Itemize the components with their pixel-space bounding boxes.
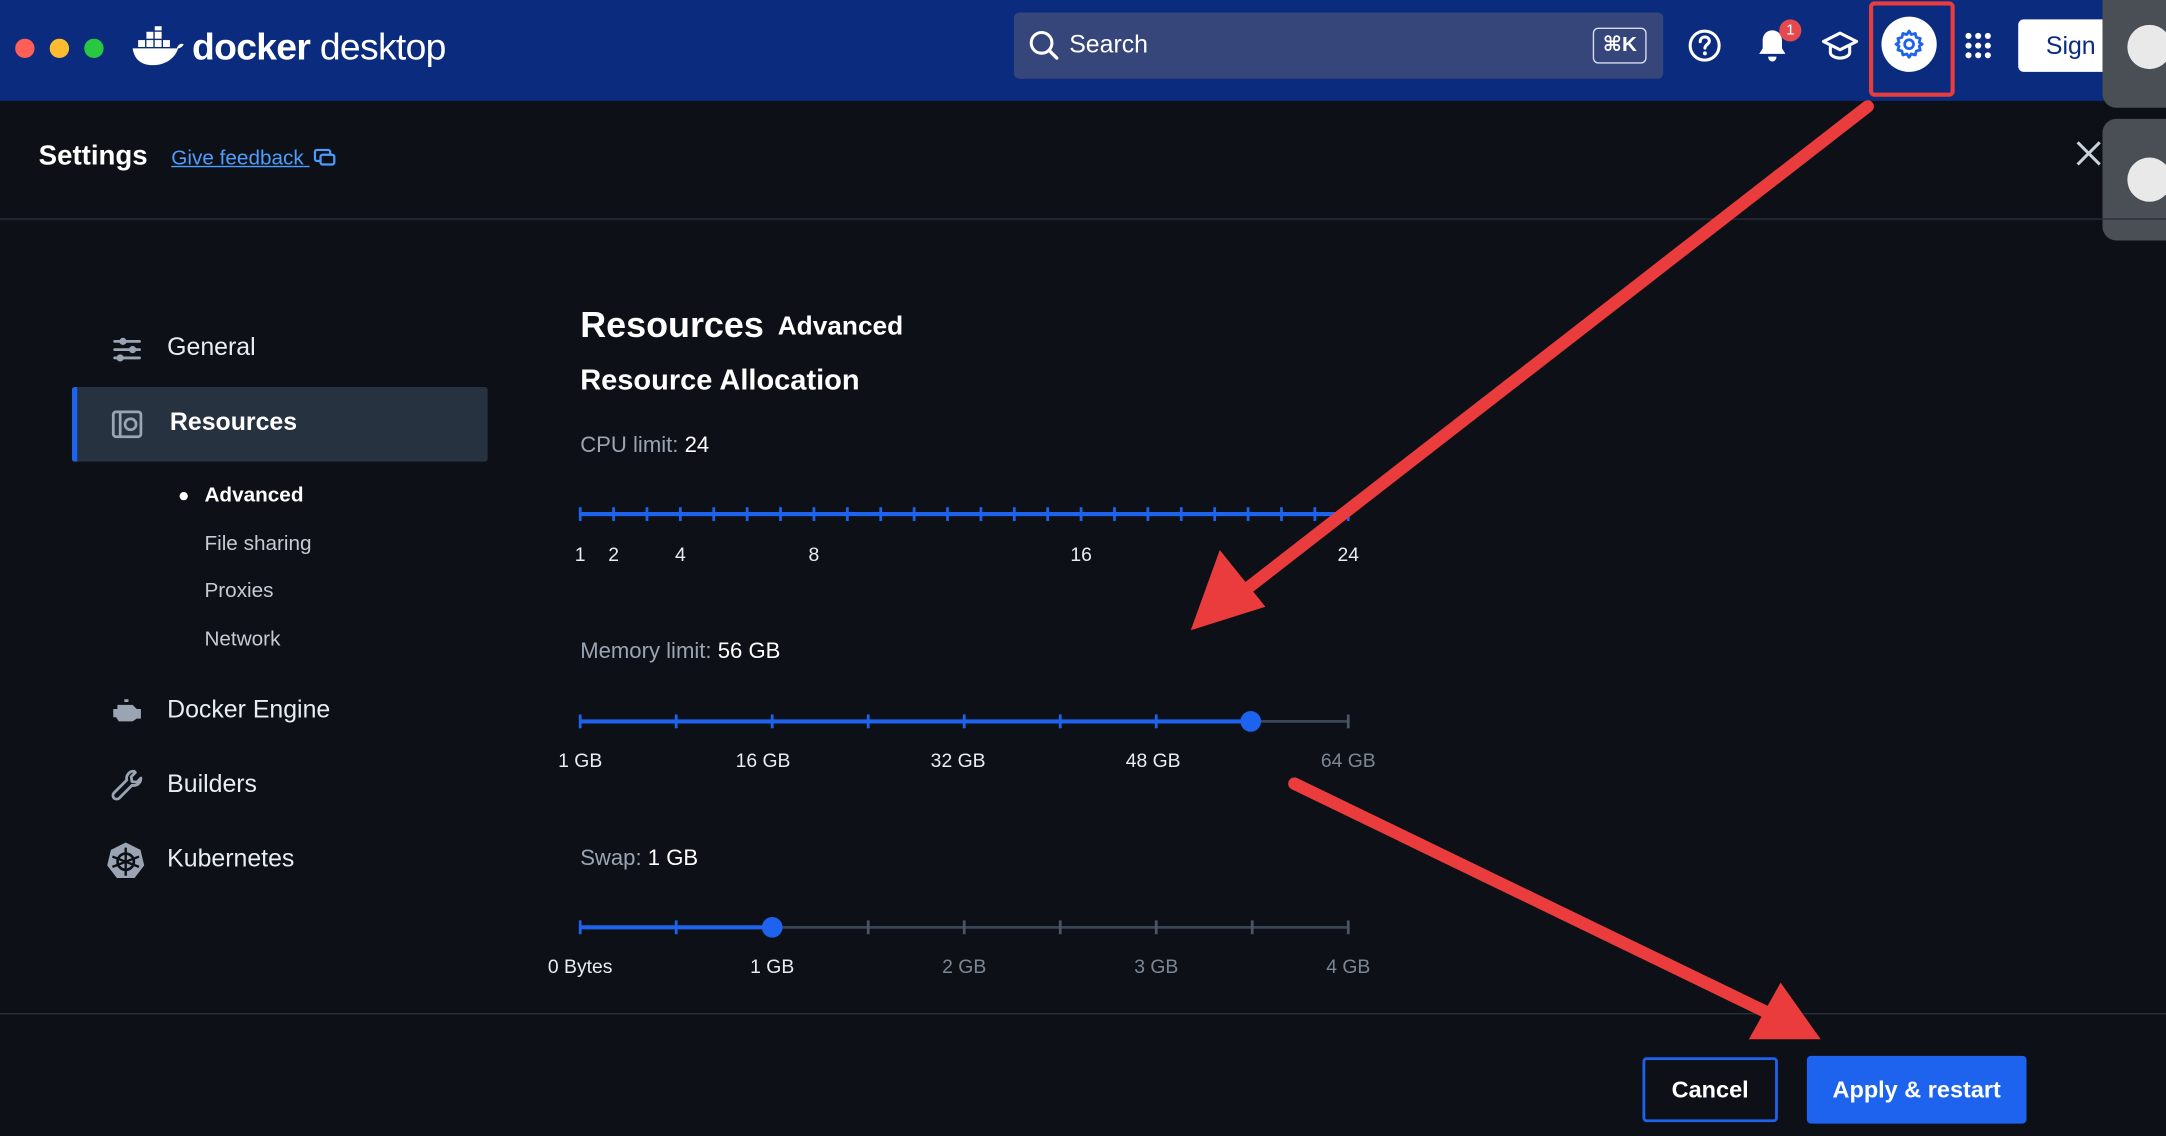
engine-icon (113, 699, 141, 722)
apps-grid-button[interactable] (1957, 22, 1998, 69)
cancel-button[interactable]: Cancel (1642, 1057, 1778, 1123)
window-zoom-button[interactable] (84, 38, 104, 59)
memory-slider-track (578, 711, 1350, 732)
sidebar-item-kubernetes[interactable]: Kubernetes (75, 824, 485, 899)
give-feedback-link[interactable]: Give feedback (171, 146, 336, 170)
sidebar-item-label: Builders (167, 769, 257, 798)
settings-highlight-box (1869, 1, 1955, 97)
arrow-to-memory-slider (1190, 100, 1874, 631)
graduation-cap-icon (1821, 31, 1859, 60)
tick-label: 16 GB (735, 749, 791, 772)
sidebar-scroll-clip (74, 917, 485, 935)
apps-grid-icon (1965, 32, 1991, 59)
logo-word-docker: docker (192, 25, 311, 68)
sign-in-label: Sign (2045, 31, 2096, 60)
sidebar-item-general[interactable]: General (75, 312, 485, 387)
cpu-limit-slider[interactable] (578, 486, 1350, 541)
tick-label: 8 (808, 543, 820, 566)
overlay-app-tab-1[interactable] (2102, 0, 2166, 108)
annotation-arrows (1190, 100, 1874, 1040)
memory-limit-slider[interactable] (578, 694, 1350, 749)
help-button[interactable] (1684, 22, 1725, 69)
swap-caption: Swap: (580, 847, 642, 871)
notification-count-badge: 1 (1779, 19, 1802, 42)
top-bar: docker desktop Search ⌘K 1 Sign (0, 0, 2166, 101)
help-icon (1688, 29, 1721, 62)
tick-label: 1 GB (558, 749, 603, 772)
tick-label: 1 GB (750, 954, 795, 978)
feedback-bubble-icon (313, 148, 336, 166)
wrench-icon (111, 769, 143, 801)
page-subtitle: Advanced (777, 312, 904, 342)
tick-label: 32 GB (930, 749, 986, 772)
kubernetes-icon (107, 842, 145, 879)
memory-limit-value: 56 GB (717, 639, 781, 664)
window-close-button[interactable] (15, 38, 35, 59)
app-glyph-icon (2127, 157, 2166, 202)
cpu-limit-value: 24 (684, 433, 710, 458)
footer-divider (0, 1013, 2166, 1015)
sidebar-subitem-proxies[interactable]: Proxies (204, 579, 273, 602)
tick-label: 2 (608, 543, 619, 566)
tick-label: 24 (1337, 543, 1360, 566)
search-placeholder: Search (1069, 30, 1149, 59)
swap-label: Swap: 1 GB (580, 847, 698, 872)
tick-label: 4 (674, 543, 686, 566)
slider-thumb (1240, 711, 1262, 732)
sidebar-item-label: Resources (169, 407, 298, 436)
header-divider (0, 218, 2166, 220)
overlay-app-tab-2[interactable] (2102, 118, 2166, 241)
sidebar-item-label: Docker Engine (167, 695, 331, 723)
arrow-to-apply-button (1288, 777, 1821, 1040)
swap-slider-track (578, 916, 1350, 938)
cpu-limit-label: CPU limit: 24 (580, 434, 709, 459)
docker-desktop-window: docker desktop Search ⌘K 1 Sign Settings… (0, 0, 2166, 1136)
sidebar-subitem-file-sharing[interactable]: File sharing (204, 532, 311, 555)
tick-label: 4 GB (1326, 954, 1371, 978)
docker-whale-icon (132, 26, 184, 66)
tick-label: 64 GB (1320, 749, 1376, 772)
sidebar-item-label: General (167, 333, 256, 361)
cpu-slider-track (578, 507, 1350, 522)
sidebar-item-resources[interactable]: Resources (71, 386, 488, 462)
sidebar-item-docker-engine[interactable]: Docker Engine (75, 674, 485, 749)
sliders-icon (113, 337, 141, 362)
memory-limit-caption: Memory limit: (580, 639, 712, 664)
cpu-limit-caption: CPU limit: (580, 433, 679, 458)
swap-slider[interactable] (578, 900, 1350, 955)
resources-icon (111, 410, 143, 439)
close-settings-icon[interactable] (2071, 135, 2107, 171)
active-subitem-dot (179, 491, 188, 501)
learning-center-button[interactable] (1819, 22, 1860, 69)
tick-label: 0 Bytes (547, 954, 613, 978)
app-glyph-icon (2127, 24, 2166, 70)
logo-word-desktop: desktop (319, 25, 447, 68)
give-feedback-label: Give feedback (171, 146, 304, 170)
memory-limit-label: Memory limit: 56 GB (580, 640, 780, 665)
tick-label: 2 GB (942, 954, 987, 978)
tick-label: 1 (574, 543, 586, 566)
search-bar[interactable]: Search ⌘K (1013, 12, 1664, 79)
settings-title: Settings (38, 140, 148, 172)
sidebar-subitem-advanced[interactable]: Advanced (204, 484, 303, 507)
docker-desktop-logo: docker desktop (131, 22, 447, 72)
slider-thumb (761, 916, 783, 938)
sidebar-item-builders[interactable]: Builders (75, 749, 485, 824)
window-minimize-button[interactable] (49, 38, 70, 59)
tick-label: 48 GB (1125, 749, 1181, 772)
search-icon (1029, 30, 1059, 60)
page-title: Resources (580, 304, 764, 346)
swap-value: 1 GB (647, 847, 699, 871)
section-title: Resource Allocation (580, 364, 860, 397)
tick-label: 3 GB (1134, 954, 1179, 978)
tick-label: 16 (1070, 543, 1092, 566)
sidebar-item-label: Kubernetes (167, 844, 295, 873)
apply-restart-button[interactable]: Apply & restart (1806, 1055, 2027, 1124)
search-shortcut-badge: ⌘K (1593, 27, 1647, 64)
sidebar-subitem-network[interactable]: Network (204, 627, 280, 650)
